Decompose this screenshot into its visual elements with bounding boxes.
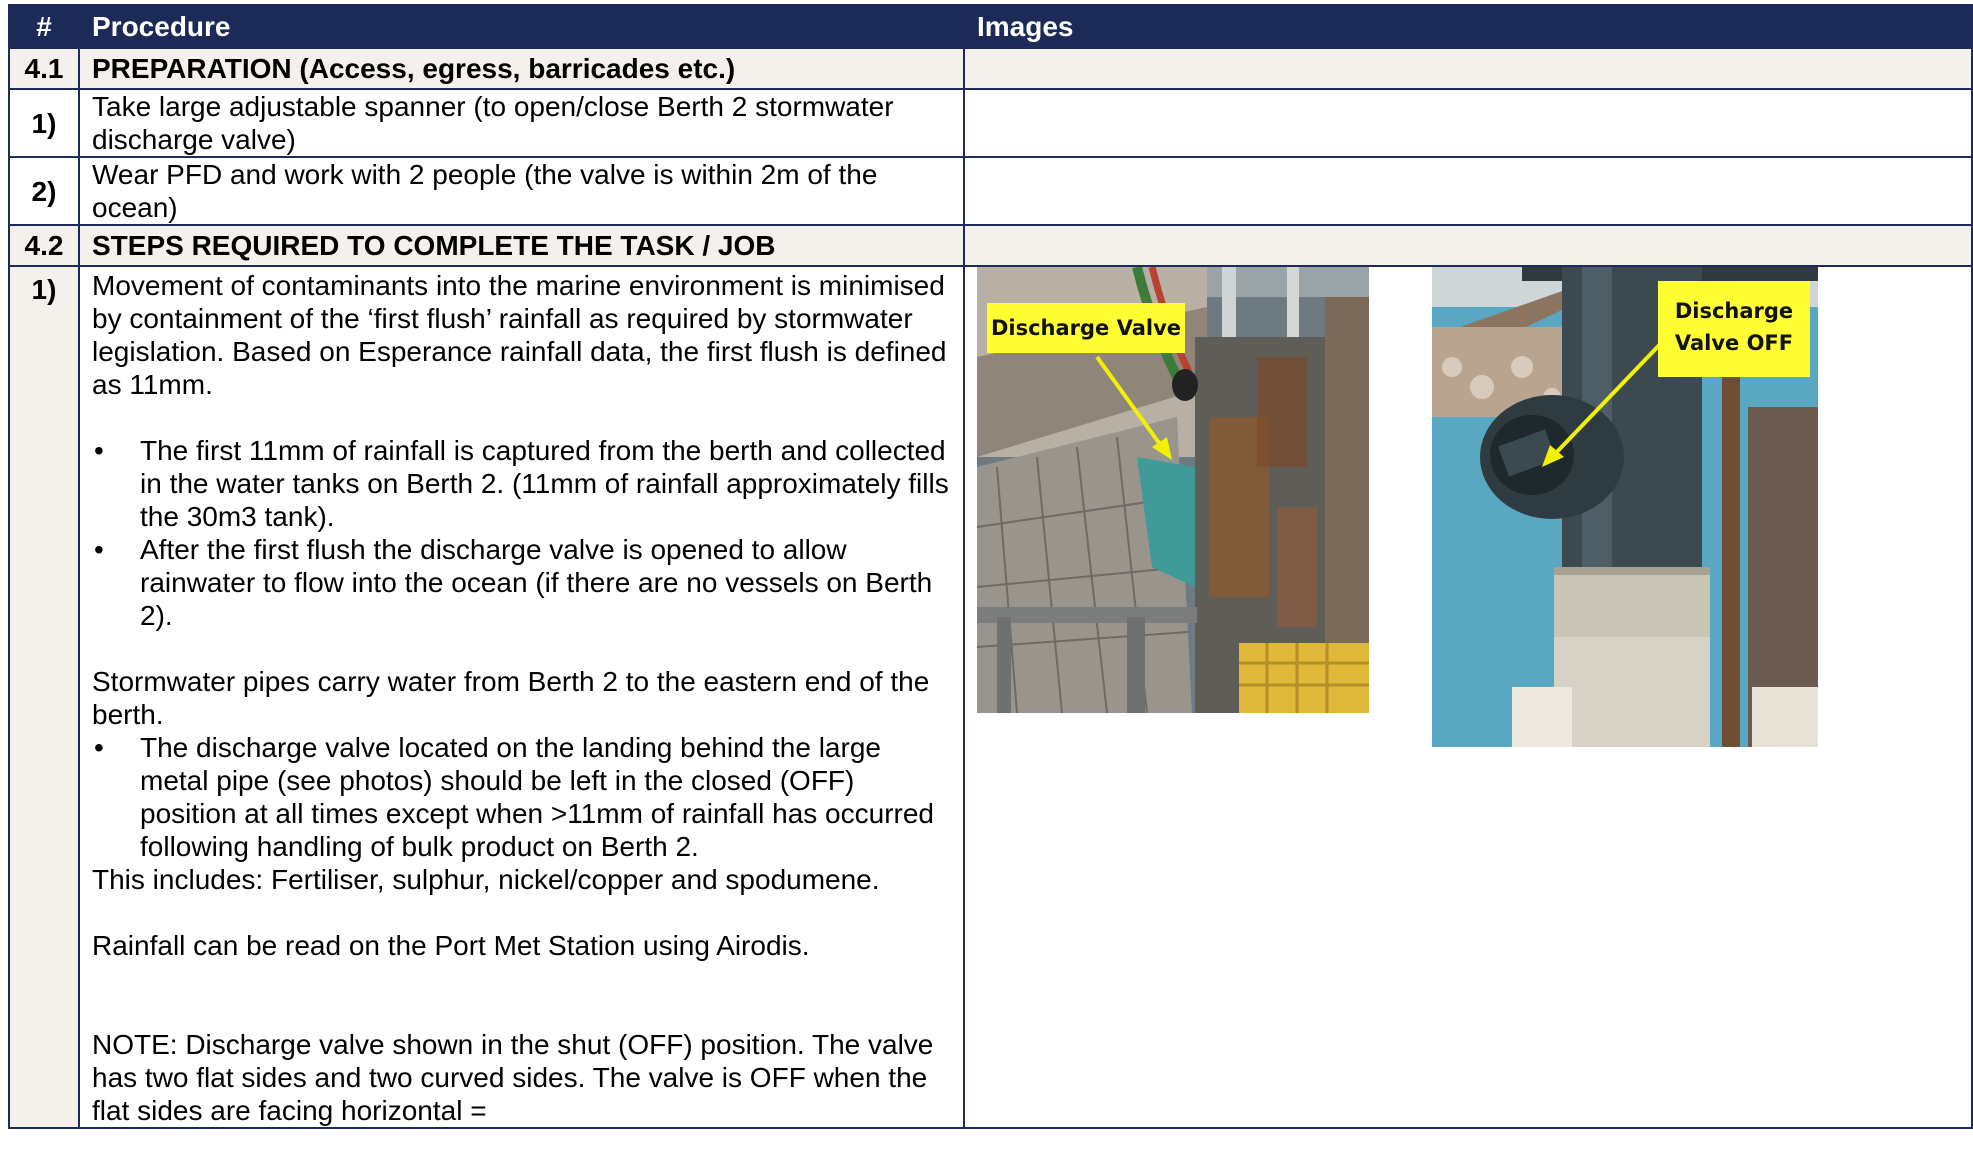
table-header-row: # Procedure Images bbox=[8, 4, 1973, 49]
row-text: Wear PFD and work with 2 people (the val… bbox=[78, 156, 965, 226]
includes-text: This includes: Fertiliser, sulphur, nick… bbox=[92, 864, 880, 895]
discharge-valve-callout: Discharge Valve bbox=[987, 303, 1185, 353]
header-images: Images bbox=[963, 4, 1973, 49]
pipes-text: Stormwater pipes carry water from Berth … bbox=[92, 666, 930, 730]
section-row-steps: 4.2 STEPS REQUIRED TO COMPLETE THE TASK … bbox=[8, 224, 1973, 267]
table-row: 2) Wear PFD and work with 2 people (the … bbox=[8, 156, 1973, 226]
section-title: STEPS REQUIRED TO COMPLETE THE TASK / JO… bbox=[78, 224, 965, 267]
bullet-item: The first 11mm of rainfall is captured f… bbox=[92, 434, 951, 533]
bullet-item: After the first flush the discharge valv… bbox=[92, 533, 951, 632]
valve-off-photo: Discharge Valve OFF bbox=[1432, 267, 1818, 747]
step-intro: Movement of contaminants into the marine… bbox=[92, 270, 947, 400]
callout-line: Valve OFF bbox=[1674, 331, 1794, 355]
section-title: PREPARATION (Access, egress, barricades … bbox=[78, 47, 965, 90]
note-text: NOTE: Discharge valve shown in the shut … bbox=[92, 1029, 934, 1126]
step-row: 1) Movement of contaminants into the mar… bbox=[8, 265, 1973, 1129]
procedure-page: # Procedure Images 4.1 PREPARATION (Acce… bbox=[0, 0, 1973, 1153]
bullet-list: The first 11mm of rainfall is captured f… bbox=[92, 434, 951, 632]
callout-line: Discharge bbox=[1674, 299, 1794, 323]
section-images-cell bbox=[963, 224, 1973, 267]
rainfall-text: Rainfall can be read on the Port Met Sta… bbox=[92, 930, 810, 961]
header-num: # bbox=[8, 4, 80, 49]
section-row-preparation: 4.1 PREPARATION (Access, egress, barrica… bbox=[8, 47, 1973, 90]
section-number: 4.1 bbox=[8, 47, 80, 90]
row-number: 2) bbox=[8, 156, 80, 226]
bullet-list: The discharge valve located on the landi… bbox=[92, 731, 951, 863]
row-text: Take large adjustable spanner (to open/c… bbox=[78, 88, 965, 158]
section-number: 4.2 bbox=[8, 224, 80, 267]
section-images-cell bbox=[963, 47, 1973, 90]
step-procedure-text: Movement of contaminants into the marine… bbox=[78, 265, 965, 1129]
valve-off-callout: Discharge Valve OFF bbox=[1658, 281, 1810, 377]
row-number: 1) bbox=[8, 88, 80, 158]
row-images-cell bbox=[963, 156, 1973, 226]
discharge-valve-photo: Discharge Valve bbox=[977, 267, 1369, 713]
row-images-cell bbox=[963, 88, 1973, 158]
step-images-cell: Discharge Valve Discharge Valve OFF bbox=[963, 265, 1973, 1129]
step-number: 1) bbox=[8, 265, 80, 1129]
table-row: 1) Take large adjustable spanner (to ope… bbox=[8, 88, 1973, 158]
procedure-table: # Procedure Images 4.1 PREPARATION (Acce… bbox=[8, 4, 1973, 1129]
header-procedure: Procedure bbox=[78, 4, 965, 49]
bullet-item: The discharge valve located on the landi… bbox=[92, 731, 951, 863]
